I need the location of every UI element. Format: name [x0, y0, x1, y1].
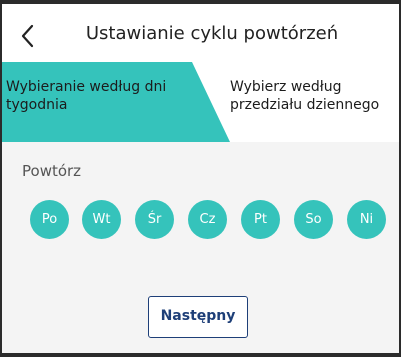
- day-button-mon[interactable]: Po: [30, 200, 69, 239]
- back-button[interactable]: [16, 22, 40, 50]
- day-button-wed[interactable]: Śr: [135, 200, 174, 239]
- chevron-left-icon: [21, 24, 34, 48]
- next-button[interactable]: Następny: [148, 296, 248, 338]
- day-button-tue[interactable]: Wt: [82, 200, 121, 239]
- tab-day-interval[interactable]: Wybierz według przedziału dziennego: [230, 78, 400, 128]
- repeat-panel: Powtórz Po Wt Śr Cz Pt So Ni Następny: [2, 142, 399, 353]
- day-button-fri[interactable]: Pt: [241, 200, 280, 239]
- weekday-selector: Po Wt Śr Cz Pt So Ni: [30, 200, 390, 240]
- page-title: Ustawianie cyklu powtórzeń: [85, 23, 339, 44]
- day-button-thu[interactable]: Cz: [188, 200, 227, 239]
- bottom-border: [0, 353, 401, 357]
- tab-weekdays[interactable]: Wybieranie według dni tygodnia: [6, 78, 176, 128]
- day-button-sun[interactable]: Ni: [347, 200, 386, 239]
- header: Ustawianie cyklu powtórzeń: [2, 4, 399, 62]
- tab-bar: Wybieranie według dni tygodnia Wybierz w…: [2, 62, 399, 142]
- repeat-label: Powtórz: [22, 162, 82, 180]
- day-button-sat[interactable]: So: [294, 200, 333, 239]
